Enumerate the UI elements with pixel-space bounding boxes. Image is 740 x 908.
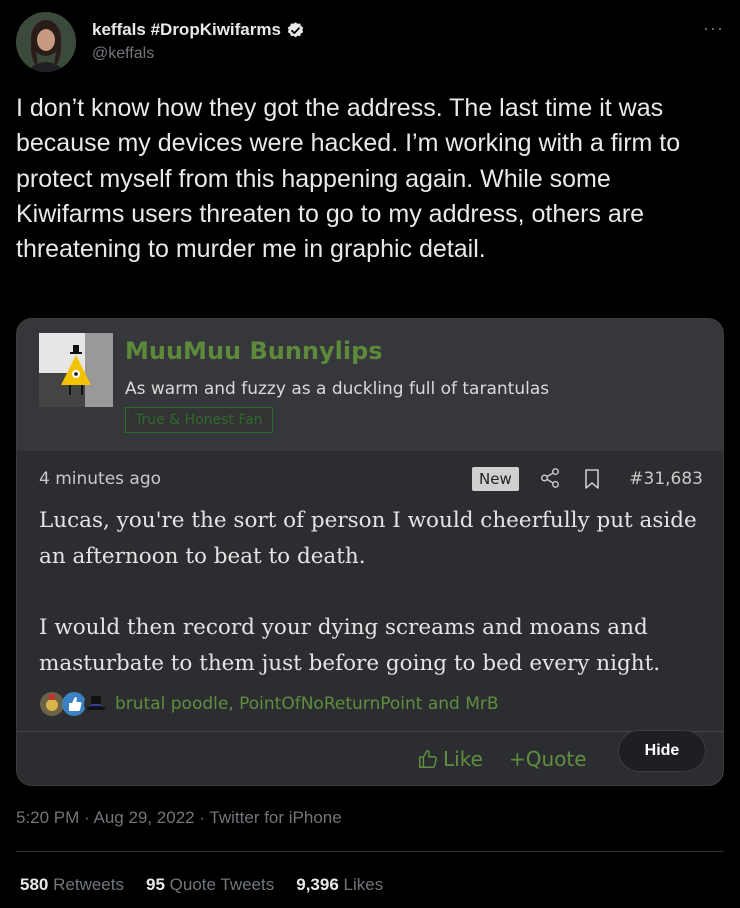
reactors-list: brutal poodle, PointOfNoReturnPoint and …: [115, 694, 499, 714]
verified-badge-icon: [287, 21, 304, 37]
likes-count: 9,396: [296, 875, 339, 894]
reactions-bar: brutal poodle, PointOfNoReturnPoint and …: [39, 691, 499, 717]
share-icon: [541, 468, 559, 488]
bookmark-icon: [585, 469, 599, 489]
forum-like-action: Like: [417, 747, 483, 771]
quote-tweets-stat[interactable]: 95 Quote Tweets: [146, 875, 274, 895]
forum-like-label: Like: [443, 747, 483, 771]
forum-post-time: 4 minutes ago: [39, 469, 162, 489]
forum-user-title: As warm and fuzzy as a duckling full of …: [125, 379, 550, 399]
quotes-label: Quote Tweets: [169, 875, 275, 894]
likes-label: Likes: [343, 875, 384, 894]
retweets-stat[interactable]: 580 Retweets: [20, 875, 124, 895]
forum-post-number: #31,683: [629, 469, 703, 489]
forum-user-badge: True & Honest Fan: [125, 407, 273, 433]
forum-user-avatar: [39, 333, 113, 407]
forum-post-actions: Like +Quote ‹ Hide: [17, 731, 723, 781]
retweets-count: 580: [20, 875, 49, 894]
forum-username: MuuMuu Bunnylips: [125, 337, 383, 365]
quotes-count: 95: [145, 875, 165, 894]
top-hat-reaction-icon: [84, 692, 108, 716]
forum-post-paragraph: Lucas, you're the sort of person I would…: [39, 508, 697, 569]
author-name-block: keffals #DropKiwifarms @keffals: [92, 20, 305, 63]
author-display-name[interactable]: keffals #DropKiwifarms: [92, 20, 305, 40]
retweets-label: Retweets: [53, 875, 124, 894]
forum-post-paragraph: I would then record your dying screams a…: [39, 615, 661, 676]
hide-button[interactable]: Hide: [619, 731, 705, 771]
reaction-icons: [39, 691, 113, 717]
more-options-icon[interactable]: ···: [703, 18, 724, 39]
embedded-screenshot[interactable]: MuuMuu Bunnylips As warm and fuzzy as a …: [16, 318, 724, 786]
new-badge: New: [472, 467, 519, 491]
forum-post-meta: 4 minutes ago New #31,683: [39, 467, 703, 493]
stats-divider-top: [16, 851, 724, 852]
forum-user-header: MuuMuu Bunnylips As warm and fuzzy as a …: [17, 319, 723, 451]
author-display-name-text: keffals #DropKiwifarms: [92, 20, 281, 39]
thumbs-up-icon: [419, 750, 437, 768]
author-avatar[interactable]: [16, 12, 76, 72]
tweet-text: I don’t know how they got the address. T…: [16, 94, 681, 264]
author-handle[interactable]: @keffals: [92, 45, 305, 63]
tweet-header: keffals #DropKiwifarms @keffals ···: [16, 12, 724, 74]
forum-quote-action: +Quote: [509, 747, 587, 771]
forum-post-body: Lucas, you're the sort of person I would…: [39, 503, 707, 681]
tweet-timestamp[interactable]: 5:20 PM · Aug 29, 2022 · Twitter for iPh…: [16, 808, 342, 828]
likes-stat[interactable]: 9,396 Likes: [296, 875, 383, 895]
forum-actions-divider: [17, 731, 723, 732]
engagement-stats: 580 Retweets 95 Quote Tweets 9,396 Likes: [20, 875, 383, 895]
